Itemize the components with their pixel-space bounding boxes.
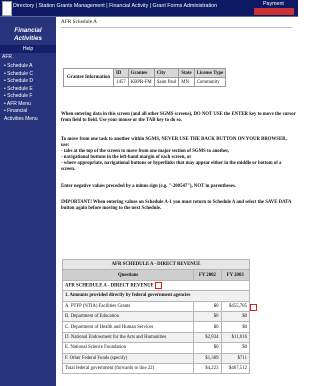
sidebar-section-label: AFR <box>2 54 12 60</box>
grantee-state: MN <box>178 77 195 87</box>
instruction-important: IMPORTANT! When entering values on Sched… <box>61 200 292 212</box>
row-fy2003-value: $467,512 <box>220 362 250 375</box>
row-fy2003-value[interactable]: $0 <box>220 342 250 354</box>
row-fy2002-value[interactable]: $0 <box>193 310 222 323</box>
subsection-row: 1. Amounts provided directly by federal … <box>62 290 250 302</box>
row-question: E. National Science Foundation <box>61 342 195 354</box>
sidebar-nav-list: • Schedule A • Schedule C • Schedule D •… <box>4 63 56 123</box>
divider <box>61 27 293 28</box>
page-title: AFR Schedule A <box>61 19 97 25</box>
sidebar-item-schedule-c[interactable]: • Schedule C <box>4 71 56 79</box>
sidebar-item-schedule-a[interactable]: • Schedule A <box>4 63 56 71</box>
payment-link[interactable]: Payment <box>263 1 284 7</box>
instruction-navigation-item: - where appropriate, navigational button… <box>61 161 282 173</box>
row-fy2003-value[interactable]: $455,785 <box>220 300 250 312</box>
column-header-fy2003: FY 2003 <box>220 269 250 281</box>
grantee-header-state: State <box>178 68 195 78</box>
row-fy2002-value[interactable]: $0 <box>193 300 222 312</box>
grantee-name: KBPR-FM <box>127 77 155 87</box>
column-header-questions: Questions <box>61 269 195 281</box>
section-row: AFR SCHEDULE A - DIRECT REVENUE <box>62 279 250 292</box>
sidebar-title-line1: Financial <box>14 27 42 34</box>
row-fy2003-value[interactable]: $11,016 <box>220 331 250 344</box>
logo <box>2 1 12 16</box>
sidebar-title: Financial Activities <box>2 27 54 42</box>
specify-other-funds-button[interactable] <box>250 304 257 311</box>
sidebar-item-schedule-e[interactable]: • Schedule E <box>4 86 56 94</box>
instruction-enter-key: When entering data in this screen (and a… <box>61 112 296 124</box>
row-fy2003-value[interactable]: $0 <box>220 310 250 323</box>
grantee-header-city: City <box>153 68 180 78</box>
help-button[interactable]: Help <box>0 45 56 53</box>
grantee-header-id: ID <box>113 68 129 78</box>
table-row: B. Department of Education $0 $0 <box>61 310 250 323</box>
row-fy2002-value: $4,223 <box>193 362 222 375</box>
row-question: Total federal government (forwards to li… <box>61 362 195 375</box>
grantee-id: 1457 <box>113 77 129 87</box>
table-row: Total federal government (forwards to li… <box>61 362 250 375</box>
help-icon[interactable] <box>154 281 162 289</box>
row-fy2003-value[interactable]: $0 <box>220 321 250 333</box>
direct-revenue-table: AFR SCHEDULE A - DIRECT REVENUE Question… <box>61 258 250 375</box>
grantee-header-license: License Type <box>193 68 227 78</box>
revenue-table-title: AFR SCHEDULE A - DIRECT REVENUE <box>62 258 250 271</box>
grantee-city: Saint Paul <box>153 77 180 87</box>
sidebar-item-financial[interactable]: • Financial <box>4 108 56 116</box>
table-row: D. National Endowment for the Arts and H… <box>61 331 250 344</box>
sidebar-item-afr-menu[interactable]: • AFR Menu <box>4 101 56 109</box>
sidebar-title-line2: Activities <box>14 34 42 42</box>
instruction-negative-values: Enter negative values preceded by a minu… <box>61 184 236 189</box>
table-row: C. Department of Health and Human Servic… <box>61 321 250 333</box>
grantee-info-table: Grantee Information ID Grantee City Stat… <box>62 68 227 87</box>
sidebar-item-schedule-d[interactable]: • Schedule D <box>4 78 56 86</box>
row-fy2002-value[interactable]: $0 <box>193 321 222 333</box>
row-fy2003-value[interactable]: $711 <box>220 352 250 364</box>
row-question: D. National Endowment for the Arts and H… <box>61 331 195 344</box>
instruction-navigation: To move from one task to another within … <box>61 137 296 174</box>
table-row: F. Other Federal Funds (specify) $1,389 … <box>61 352 250 364</box>
logout-button[interactable] <box>254 8 294 15</box>
instruction-navigation-intro: To move from one task to another within … <box>61 137 287 149</box>
row-fy2002-value[interactable]: $2,834 <box>193 331 222 344</box>
table-row: E. National Science Foundation $0 $0 <box>61 342 250 354</box>
row-fy2002-value[interactable]: $1,389 <box>193 352 222 364</box>
row-question: F. Other Federal Funds (specify) <box>61 352 195 364</box>
grantee-license: Community <box>193 77 227 87</box>
sidebar-item-activities-menu[interactable]: Activities Menu <box>4 116 56 124</box>
section-row-label: AFR SCHEDULE A - DIRECT REVENUE <box>65 283 154 289</box>
row-question: A. PTFP (NTIA) Facilities Grants <box>61 300 195 312</box>
column-header-fy2002: FY 2002 <box>193 269 222 281</box>
row-question: C. Department of Health and Human Servic… <box>61 321 195 333</box>
sidebar-item-schedule-f[interactable]: • Schedule F <box>4 93 56 101</box>
table-row: A. PTFP (NTIA) Facilities Grants $0 $455… <box>61 300 250 312</box>
row-question: B. Department of Education <box>61 310 195 323</box>
grantee-info-label: Grantee Information <box>62 68 115 87</box>
top-nav-links[interactable]: Directory | Station Grants Management | … <box>13 3 217 9</box>
row-fy2002-value[interactable]: $0 <box>193 342 222 354</box>
grantee-header-grantee: Grantee <box>127 68 155 78</box>
